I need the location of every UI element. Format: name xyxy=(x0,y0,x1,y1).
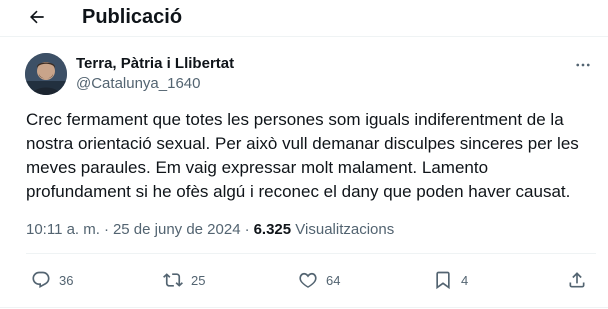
meta-separator: · xyxy=(244,221,250,238)
back-button[interactable] xyxy=(22,2,52,32)
more-options-button[interactable] xyxy=(570,55,596,75)
reply-count: 36 xyxy=(59,272,74,288)
post-text: Crec fermament que totes les persones so… xyxy=(26,110,579,201)
bookmark-icon xyxy=(436,271,450,290)
more-horizontal-icon xyxy=(576,63,590,67)
post-date[interactable]: 25 de juny de 2024 xyxy=(113,221,241,238)
views-label: Visualitzacions xyxy=(295,221,395,238)
post-time[interactable]: 10:11 a. m. xyxy=(26,221,100,238)
meta-separator: · xyxy=(103,221,109,238)
views-count: 6.325 xyxy=(253,221,292,238)
bookmark-button[interactable]: 4 xyxy=(433,268,468,292)
like-count: 64 xyxy=(326,272,341,288)
actions-divider xyxy=(26,253,596,254)
post-meta: 10:11 a. m. · 25 de juny de 2024 · 6.325 Vis… xyxy=(26,220,394,240)
author-handle[interactable]: @Catalunya_1640 xyxy=(76,75,200,93)
share-icon xyxy=(569,272,585,288)
repost-count: 25 xyxy=(191,272,206,288)
author-name[interactable]: Terra, Pàtria i Llibertat xyxy=(76,55,234,73)
post-bottom-divider xyxy=(0,307,608,308)
like-button[interactable]: 64 xyxy=(298,268,340,292)
share-button[interactable] xyxy=(567,268,587,292)
reply-button[interactable]: 36 xyxy=(31,268,73,292)
top-bar: Publicació xyxy=(0,0,608,36)
arrow-left-icon xyxy=(30,10,44,24)
heart-icon xyxy=(299,272,317,288)
repost-button[interactable]: 25 xyxy=(163,268,205,292)
bookmark-count: 4 xyxy=(461,272,469,288)
page-title: Publicació xyxy=(82,6,183,28)
avatar[interactable] xyxy=(25,53,67,95)
reply-icon xyxy=(32,271,50,289)
header-divider xyxy=(0,36,608,37)
repost-icon xyxy=(163,273,183,287)
